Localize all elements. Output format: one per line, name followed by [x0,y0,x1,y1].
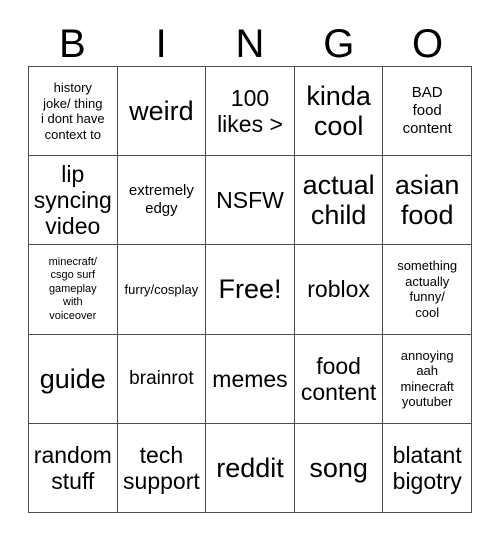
bingo-cell-i3[interactable]: furry/cosplay [117,245,207,335]
bingo-cell-b3[interactable]: minecraft/ csgo surf gameplay with voice… [29,245,118,335]
bingo-cell-label: tech support [123,441,200,494]
bingo-cell-i4[interactable]: brainrot [117,334,207,424]
bingo-cell-label: history joke/ thing i dont have context … [40,80,105,142]
bingo-cell-label: lip syncing video [33,161,112,240]
bingo-cell-i1[interactable]: weird [117,67,207,157]
bingo-cell-label: memes [212,365,288,392]
bingo-cell-g5[interactable]: song [294,423,384,513]
bingo-cell-b5[interactable]: random stuff [29,423,118,513]
bingo-cell-label: roblox [307,276,370,303]
bingo-cell-g4[interactable]: food content [294,334,384,424]
bingo-cell-label: weird [129,96,194,127]
bingo-cell-i2[interactable]: extremely edgy [117,156,207,246]
bingo-cell-g1[interactable]: kinda cool [294,67,384,157]
bingo-header-letter-o: O [412,22,444,66]
bingo-cell-g2[interactable]: actual child [294,156,384,246]
bingo-cell-label: furry/cosplay [124,281,199,297]
bingo-cell-n2[interactable]: NSFW [206,156,295,246]
bingo-card: B I N G O history joke/ thing i dont hav… [0,0,500,544]
bingo-cell-label: 100 likes > [217,85,283,138]
bingo-cell-label: minecraft/ csgo surf gameplay with voice… [48,255,97,322]
bingo-header-letter-g: G [323,22,355,66]
bingo-cell-label: something actually funny/ cool [397,258,458,320]
bingo-cell-label: guide [39,363,106,394]
bingo-cell-i5[interactable]: tech support [117,423,207,513]
bingo-cell-label: random stuff [33,441,112,494]
bingo-cell-label: actual child [302,170,375,231]
bingo-header-letter-n: N [235,22,265,66]
bingo-cell-label: food content [300,352,377,405]
bingo-cell-label: blatant bigotry [392,441,462,494]
bingo-cell-g3[interactable]: roblox [294,245,384,335]
bingo-cell-o2[interactable]: asian food [383,156,472,246]
bingo-cell-label: BAD food content [402,84,452,138]
bingo-cell-o1[interactable]: BAD food content [383,67,472,157]
bingo-cell-n4[interactable]: memes [206,334,295,424]
bingo-cell-label: song [309,452,368,483]
bingo-header-letter-i: I [155,22,167,66]
bingo-cell-b1[interactable]: history joke/ thing i dont have context … [29,67,118,157]
bingo-header-letter-b: B [59,22,86,66]
bingo-grid: history joke/ thing i dont have context … [28,66,472,513]
bingo-cell-b2[interactable]: lip syncing video [29,156,118,246]
bingo-cell-label: NSFW [216,187,284,214]
bingo-cell-label: asian food [394,170,460,231]
bingo-cell-label: kinda cool [306,81,371,142]
bingo-cell-n5[interactable]: reddit [206,423,295,513]
bingo-cell-n1[interactable]: 100 likes > [206,67,295,157]
bingo-cell-o4[interactable]: annoying aah minecraft youtuber [383,334,472,424]
bingo-cell-label: annoying aah minecraft youtuber [400,347,454,410]
bingo-cell-o5[interactable]: blatant bigotry [383,423,472,513]
bingo-cell-free-space[interactable]: Free! [206,245,295,335]
bingo-cell-label: reddit [216,452,284,483]
bingo-free-space-label: Free! [218,274,282,305]
bingo-cell-b4[interactable]: guide [29,334,118,424]
bingo-header-row: B I N G O [28,18,472,66]
bingo-cell-label: extremely edgy [128,182,194,218]
bingo-cell-o3[interactable]: something actually funny/ cool [383,245,472,335]
bingo-cell-label: brainrot [129,367,194,389]
